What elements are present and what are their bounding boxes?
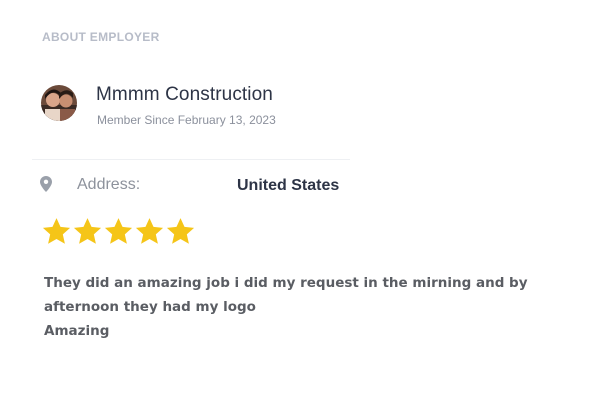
- address-value: United States: [237, 177, 340, 194]
- section-title: ABOUT EMPLOYER: [42, 30, 160, 44]
- review-line: afternoon they had my logo: [44, 299, 256, 315]
- star-icon: [135, 218, 164, 244]
- avatar[interactable]: [41, 85, 77, 121]
- review-line: Amazing: [44, 323, 110, 339]
- star-icon: [42, 218, 71, 244]
- member-since: Member Since February 13, 2023: [97, 113, 276, 127]
- review-line: They did an amazing job i did my request…: [44, 275, 528, 291]
- address-label: Address:: [77, 176, 141, 193]
- star-icon: [166, 218, 195, 244]
- location-pin-icon: [40, 176, 52, 192]
- employer-name[interactable]: Mmmm Construction: [96, 84, 273, 106]
- star-icon: [73, 218, 102, 244]
- review-text: They did an amazing job i did my request…: [44, 271, 528, 343]
- star-rating: [41, 216, 196, 247]
- star-icon: [104, 218, 133, 244]
- divider: [32, 159, 350, 160]
